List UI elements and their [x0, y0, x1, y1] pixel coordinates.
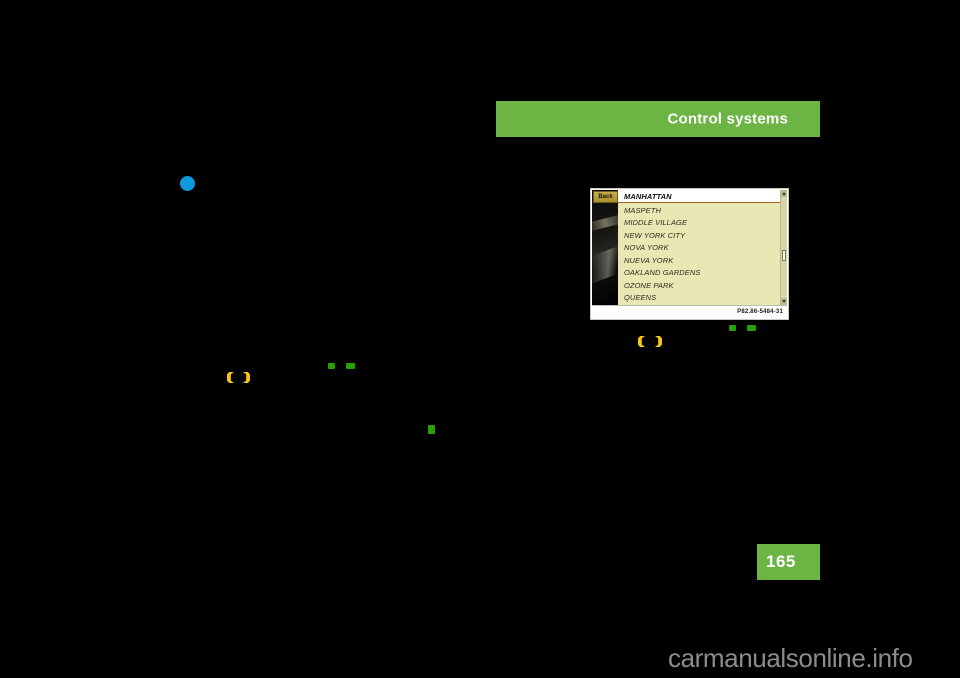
- scrollbar-thumb[interactable]: [782, 249, 786, 261]
- green-marker-icon-2: [346, 363, 355, 369]
- chapter-title: Control systems: [667, 110, 788, 128]
- source-watermark: carmanualsonline.info: [668, 643, 913, 673]
- list-item[interactable]: NOVA YORK: [618, 242, 787, 255]
- figure-caption-bar: P82.86-5484-31: [592, 305, 787, 318]
- green-marker-icon-5: [747, 325, 756, 331]
- list-item-selected[interactable]: MANHATTAN: [618, 190, 787, 203]
- figure-reference-code: P82.86-5484-31: [737, 309, 783, 315]
- green-marker-icon-4: [729, 325, 736, 331]
- list-item-label: OZONE PARK: [624, 280, 674, 290]
- list-item-label: NUEVA YORK: [624, 255, 674, 265]
- comand-display-figure: Back MANHATTAN MASPETH MIDDLE VILLAGE NE…: [590, 188, 789, 320]
- list-item[interactable]: MIDDLE VILLAGE: [618, 217, 787, 230]
- back-button[interactable]: Back: [593, 191, 618, 203]
- city-list: MASPETH MIDDLE VILLAGE NEW YORK CITY NOV…: [618, 203, 787, 305]
- manual-page: Control systems Back MANHATTAN MASPETH M…: [0, 0, 960, 678]
- list-item-label: MASPETH: [624, 205, 661, 215]
- scroll-down-arrow-icon[interactable]: [781, 298, 787, 305]
- scrollbar[interactable]: [780, 190, 787, 305]
- page-number: 165: [766, 552, 796, 571]
- chapter-header-band: Control systems: [496, 101, 820, 137]
- gold-bracket-left-icon-2: [638, 336, 645, 347]
- page-number-block: 165: [757, 544, 820, 580]
- list-item-label: OAKLAND GARDENS: [624, 268, 701, 278]
- display-photo-strip: [592, 190, 618, 305]
- back-button-label: Back: [598, 194, 613, 200]
- gold-bracket-right-icon: [243, 372, 250, 383]
- list-item-label: NOVA YORK: [624, 243, 669, 253]
- city-list-panel: MANHATTAN MASPETH MIDDLE VILLAGE NEW YOR…: [618, 190, 787, 305]
- list-item[interactable]: QUEENS: [618, 292, 787, 305]
- green-marker-icon-3: [428, 425, 435, 434]
- figure-inner: Back MANHATTAN MASPETH MIDDLE VILLAGE NE…: [592, 190, 787, 318]
- list-item[interactable]: NEW YORK CITY: [618, 229, 787, 242]
- blue-bullet-icon: [180, 176, 195, 191]
- gold-bracket-right-icon-2: [655, 336, 662, 347]
- list-item-label: MANHATTAN: [624, 191, 672, 201]
- list-item[interactable]: OAKLAND GARDENS: [618, 267, 787, 280]
- scroll-up-arrow-icon[interactable]: [781, 190, 787, 197]
- gold-bracket-left-icon: [227, 372, 234, 383]
- list-item-label: MIDDLE VILLAGE: [624, 218, 688, 228]
- list-item[interactable]: NUEVA YORK: [618, 254, 787, 267]
- list-item[interactable]: OZONE PARK: [618, 279, 787, 292]
- comand-screen: Back MANHATTAN MASPETH MIDDLE VILLAGE NE…: [592, 190, 787, 305]
- list-item-label: QUEENS: [624, 293, 657, 303]
- list-item[interactable]: MASPETH: [618, 204, 787, 217]
- green-marker-icon-1: [328, 363, 335, 369]
- list-item-label: NEW YORK CITY: [624, 230, 686, 240]
